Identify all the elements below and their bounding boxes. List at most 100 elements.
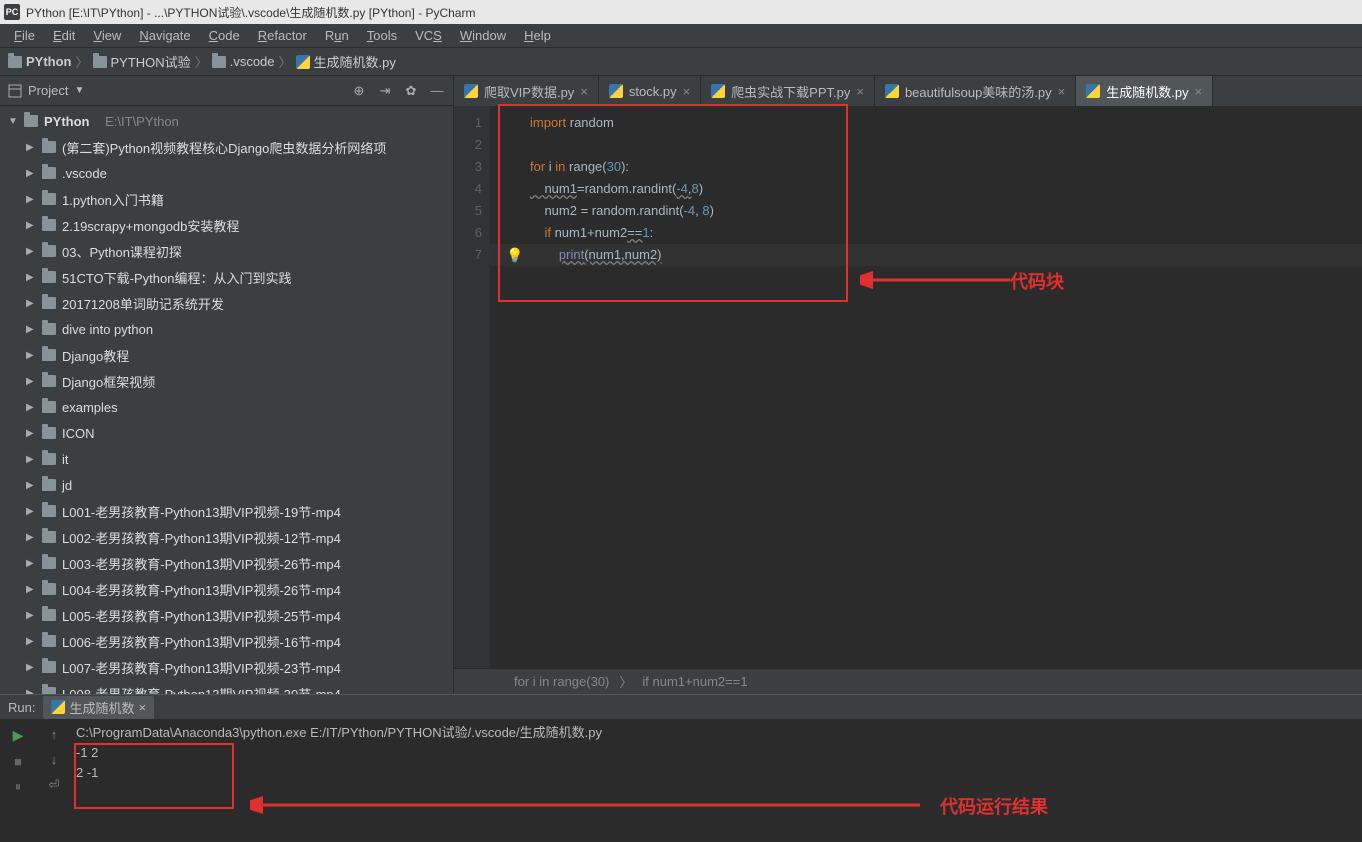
down-icon[interactable]: ↓ <box>51 752 58 767</box>
pause-icon[interactable]: ⏸ <box>15 779 22 795</box>
project-label[interactable]: Project <box>28 83 68 98</box>
tree-item[interactable]: ▶03、Python课程初探 <box>0 238 453 264</box>
folder-icon <box>42 583 56 595</box>
breadcrumb-sep: 〉 <box>195 52 208 71</box>
tree-item[interactable]: ▶2.19scrapy+mongodb安装教程 <box>0 212 453 238</box>
tree-item[interactable]: ▶L003-老男孩教育-Python13期VIP视频-26节-mp4 <box>0 550 453 576</box>
code-token: ) <box>699 181 703 196</box>
breadcrumb-item[interactable]: 生成随机数.py <box>296 52 396 71</box>
editor-tabs: 爬取VIP数据.py×stock.py×爬虫实战下载PPT.py×beautif… <box>454 76 1362 106</box>
menu-view[interactable]: View <box>87 26 127 45</box>
editor-tab[interactable]: stock.py× <box>599 76 701 106</box>
console-output[interactable]: C:\ProgramData\Anaconda3\python.exe E:/I… <box>72 719 1362 842</box>
folder-icon <box>42 167 56 179</box>
code-token: -4 <box>684 203 696 218</box>
folder-icon <box>42 193 56 205</box>
tree-item[interactable]: ▶L002-老男孩教育-Python13期VIP视频-12节-mp4 <box>0 524 453 550</box>
tree-item[interactable]: ▶it <box>0 446 453 472</box>
folder-icon <box>42 609 56 621</box>
dropdown-icon[interactable]: ▼ <box>74 85 84 96</box>
tab-label: 生成随机数.py <box>1106 82 1188 101</box>
editor-tab[interactable]: 爬取VIP数据.py× <box>454 76 599 106</box>
menu-window[interactable]: Window <box>454 26 512 45</box>
console-line: 2 -1 <box>76 763 1362 783</box>
tree-item-label: dive into python <box>62 322 153 337</box>
python-file-icon <box>464 84 478 98</box>
run-body: ▶ ■ ⏸ ↑ ↓ ⏎ C:\ProgramData\Anaconda3\pyt… <box>0 719 1362 842</box>
code-token: import <box>530 115 566 130</box>
code-token: == <box>627 225 642 240</box>
menu-tools[interactable]: Tools <box>361 26 403 45</box>
close-icon[interactable]: × <box>138 700 146 715</box>
tree-item[interactable]: ▶Django框架视频 <box>0 368 453 394</box>
menu-file[interactable]: File <box>8 26 41 45</box>
crumb-item[interactable]: if num1+num2==1 <box>642 674 747 689</box>
code-token: num1 <box>530 181 577 196</box>
run-tab[interactable]: 生成随机数× <box>43 696 154 719</box>
menu-code[interactable]: Code <box>203 26 246 45</box>
tree-item[interactable]: ▶ICON <box>0 420 453 446</box>
editor-tab[interactable]: beautifulsoup美味的汤.py× <box>875 76 1076 106</box>
run-header: Run: 生成随机数× <box>0 695 1362 719</box>
menu-navigate[interactable]: Navigate <box>133 26 196 45</box>
lightbulb-icon[interactable]: 💡 <box>506 244 523 266</box>
play-icon[interactable]: ▶ <box>13 727 24 744</box>
up-icon[interactable]: ↑ <box>51 727 58 742</box>
folder-icon <box>42 297 56 309</box>
editor-tab[interactable]: 生成随机数.py × <box>1076 76 1213 106</box>
tree-item[interactable]: ▶1.python入门书籍 <box>0 186 453 212</box>
close-icon[interactable]: × <box>1195 84 1203 99</box>
folder-icon <box>93 56 107 68</box>
collapse-icon[interactable]: ⇥ <box>377 83 393 99</box>
tree-item[interactable]: ▶L006-老男孩教育-Python13期VIP视频-16节-mp4 <box>0 628 453 654</box>
tree-item[interactable]: ▶.vscode <box>0 160 453 186</box>
tree-item[interactable]: ▶examples <box>0 394 453 420</box>
code-token <box>530 247 559 262</box>
close-icon[interactable]: × <box>580 84 588 99</box>
menu-vcs[interactable]: VCS <box>409 26 448 45</box>
project-tree[interactable]: ▼PYthon E:\IT\PYthon ▶(第二套)Python视频教程核心D… <box>0 106 453 694</box>
menu-run[interactable]: Run <box>319 26 355 45</box>
tree-item-label: it <box>62 452 69 467</box>
tree-item[interactable]: ▶51CTO下载-Python编程：从入门到实践 <box>0 264 453 290</box>
tree-item[interactable]: ▶L004-老男孩教育-Python13期VIP视频-26节-mp4 <box>0 576 453 602</box>
menu-edit[interactable]: Edit <box>47 26 81 45</box>
tab-label: 爬虫实战下载PPT.py <box>731 82 850 101</box>
close-icon[interactable]: × <box>683 84 691 99</box>
folder-icon <box>42 453 56 465</box>
target-icon[interactable]: ⊕ <box>351 83 367 99</box>
run-label: Run: <box>8 700 35 715</box>
breadcrumb-item[interactable]: PYthon <box>8 54 72 69</box>
tree-item-label: L007-老男孩教育-Python13期VIP视频-23节-mp4 <box>62 658 341 677</box>
wrap-icon[interactable]: ⏎ <box>49 777 60 793</box>
tree-root[interactable]: ▼PYthon E:\IT\PYthon <box>0 108 453 134</box>
close-icon[interactable]: × <box>1058 84 1066 99</box>
menu-help[interactable]: Help <box>518 26 557 45</box>
breadcrumb-item[interactable]: .vscode <box>212 54 275 69</box>
folder-icon <box>42 505 56 517</box>
tree-item[interactable]: ▶Django教程 <box>0 342 453 368</box>
code-content[interactable]: import random for i in range(30): num1=r… <box>490 106 1362 668</box>
tree-item[interactable]: ▶dive into python <box>0 316 453 342</box>
stop-icon[interactable]: ■ <box>14 754 22 769</box>
main-area: Project ▼ ⊕ ⇥ ✿ — ▼PYthon E:\IT\PYthon ▶… <box>0 76 1362 694</box>
gutter: 1234567 <box>454 106 490 668</box>
menu-refactor[interactable]: Refactor <box>252 26 313 45</box>
crumb-item[interactable]: for i in range(30) <box>514 674 609 689</box>
gear-icon[interactable]: ✿ <box>403 83 419 99</box>
tree-item-label: Django教程 <box>62 346 129 365</box>
tree-item[interactable]: ▶jd <box>0 472 453 498</box>
hide-icon[interactable]: — <box>429 83 445 99</box>
tree-item[interactable]: ▶L008-老男孩教育-Python13期VIP视频-30节-mp4 <box>0 680 453 694</box>
tree-item[interactable]: ▶L007-老男孩教育-Python13期VIP视频-23节-mp4 <box>0 654 453 680</box>
code-editor[interactable]: 1234567 import random for i in range(30)… <box>454 106 1362 668</box>
editor-tab[interactable]: 爬虫实战下载PPT.py × <box>701 76 875 106</box>
folder-icon <box>42 271 56 283</box>
tree-item[interactable]: ▶L005-老男孩教育-Python13期VIP视频-25节-mp4 <box>0 602 453 628</box>
breadcrumb-item[interactable]: PYTHON试验 <box>93 52 191 71</box>
tree-item[interactable]: ▶L001-老男孩教育-Python13期VIP视频-19节-mp4 <box>0 498 453 524</box>
breadcrumb: PYthon 〉 PYTHON试验 〉 .vscode 〉 生成随机数.py <box>0 48 1362 76</box>
tree-item[interactable]: ▶20171208单词助记系统开发 <box>0 290 453 316</box>
close-icon[interactable]: × <box>856 84 864 99</box>
tree-item[interactable]: ▶(第二套)Python视频教程核心Django爬虫数据分析网络项 <box>0 134 453 160</box>
